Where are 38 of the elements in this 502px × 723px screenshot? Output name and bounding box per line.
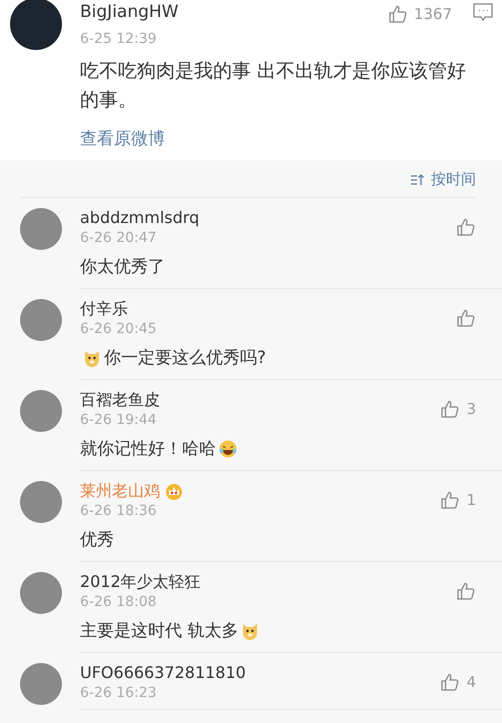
username[interactable]: 付辛乐 <box>80 299 128 319</box>
thumbs-up-icon[interactable] <box>440 490 460 510</box>
thumbs-up-icon[interactable] <box>440 672 460 692</box>
comment-date: 6-26 18:36 <box>80 503 158 519</box>
username[interactable]: UFO6666372811810 <box>80 663 246 683</box>
comment-text: 你一定要这么优秀吗? <box>104 347 266 370</box>
laughing-face-emoji-icon <box>218 439 238 459</box>
sort-by-time-button[interactable]: 按时间 <box>431 170 476 189</box>
post-date: 6-25 12:39 <box>80 31 158 47</box>
like-count: 4 <box>466 673 476 691</box>
thumbs-up-icon[interactable] <box>440 399 460 419</box>
comment-text: 主要是这时代 轨太多 <box>80 620 238 643</box>
dog-face-emoji-icon <box>82 348 102 368</box>
avatar-photo[interactable] <box>10 0 62 50</box>
sort-icon[interactable] <box>410 173 425 186</box>
comment-date: 6-26 18:08 <box>80 594 158 610</box>
comment-text: 就你记性好！哈哈 <box>80 438 216 461</box>
username[interactable]: 2012年少太轻狂 <box>80 572 201 592</box>
post-text: 吃不吃狗肉是我的事 出不出轨才是你应该管好的事。 <box>80 59 468 113</box>
comment-date: 6-26 16:23 <box>80 685 158 701</box>
comment-date: 6-26 20:47 <box>80 230 158 246</box>
thumbs-up-icon[interactable] <box>456 581 476 601</box>
thumbs-up-icon[interactable] <box>388 4 408 24</box>
comment-date: 6-26 19:44 <box>80 412 158 428</box>
like-count: 3 <box>466 400 476 418</box>
comment-date: 6-26 20:45 <box>80 321 157 337</box>
crown-badge-icon <box>164 482 184 500</box>
username[interactable]: abddzmmlsdrq <box>80 208 200 228</box>
view-original-link[interactable]: 查看原微博 <box>80 127 165 150</box>
comment-text: 优秀 <box>80 529 114 552</box>
like-count: 1367 <box>414 5 452 23</box>
username[interactable]: BigJiangHW <box>80 2 178 22</box>
thumbs-up-icon[interactable] <box>456 217 476 237</box>
username[interactable]: 百褶老鱼皮 <box>80 390 160 410</box>
comment-text: 你太优秀了 <box>80 256 165 279</box>
like-count: 1 <box>466 491 476 509</box>
thumbs-up-icon[interactable] <box>456 308 476 328</box>
comment-icon[interactable] <box>472 2 494 22</box>
